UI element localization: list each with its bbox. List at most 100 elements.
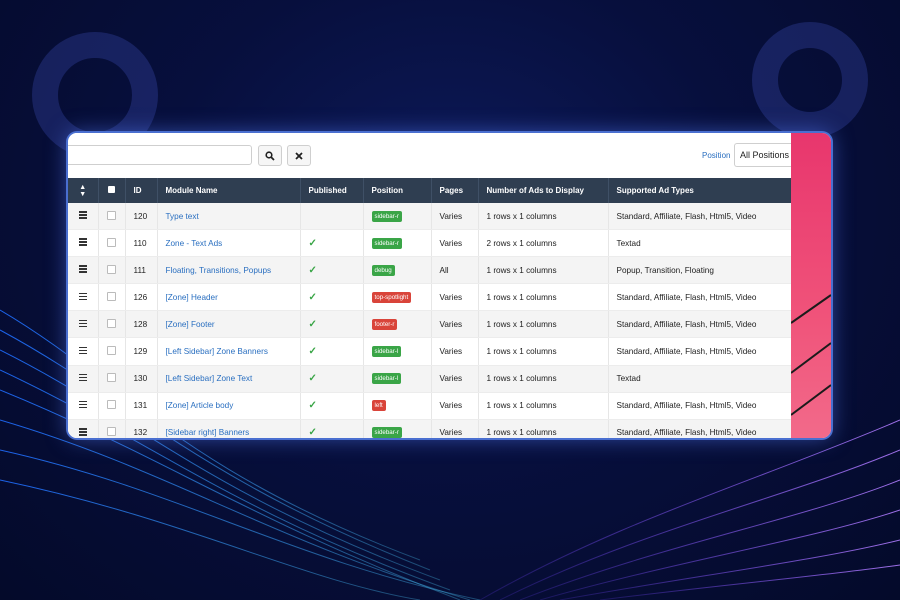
pages-cell: Varies [431,283,479,312]
table-row[interactable]: 128 [Zone] Footer ✓ footer-r Varies 1 rows x … [68,310,792,339]
drag-handle[interactable] [68,419,99,438]
logo-watermark-left [32,32,158,158]
row-checkbox[interactable] [98,203,126,231]
row-checkbox[interactable] [98,365,126,393]
column-header-position[interactable]: Position [363,178,432,203]
table-row[interactable]: 132 [Sidebar right] Banners ✓ sidebar-r Vari… [68,419,792,438]
column-header-ads-count[interactable]: Number of Ads to Display [478,178,609,203]
table-row[interactable]: 111 Floating, Transitions, Popups ✓ debug Al… [68,256,792,285]
drag-handle[interactable] [68,283,99,312]
column-header-module-name[interactable]: Module Name [157,178,301,203]
position-select[interactable]: All Positions [734,143,792,167]
logo-watermark-right [752,22,868,138]
drag-handle[interactable] [68,337,99,366]
drag-handle[interactable] [68,203,99,231]
sort-ordering-header[interactable]: ▲ ▼ [68,178,99,203]
position-cell: sidebar-r [363,229,432,258]
table-row[interactable]: 110 Zone - Text Ads ✓ sidebar-r Varies 2 rows… [68,229,792,258]
drag-handle-icon [78,264,87,275]
drag-handle[interactable] [68,365,99,393]
module-name-link[interactable]: [Left Sidebar] Zone Text [166,374,253,383]
table-row[interactable]: 131 [Zone] Article body ✓ left Varies 1 rows … [68,392,792,420]
published-check-icon[interactable]: ✓ [309,346,317,357]
module-name-cell: [Left Sidebar] Zone Banners [157,337,301,366]
table-row[interactable]: 126 [Zone] Header ✓ top-spotlight Varies 1 ro… [68,283,792,312]
checkbox-icon [107,291,116,301]
ads-count-cell: 1 rows x 1 columns [478,419,609,438]
row-checkbox[interactable] [98,256,126,285]
pages-cell: Varies [431,337,479,366]
row-checkbox[interactable] [98,310,126,339]
search-button[interactable] [258,145,282,166]
published-check-icon[interactable]: ✓ [309,319,317,330]
published-cell[interactable]: ✓ [300,229,364,258]
module-name-link[interactable]: Zone - Text Ads [166,239,223,248]
ad-types-cell: Standard, Affiliate, Flash, Html5, Video [608,392,792,420]
row-checkbox[interactable] [98,229,126,258]
published-cell[interactable] [300,203,364,231]
published-check-icon[interactable]: ✓ [309,238,317,249]
position-badge: debug [371,264,395,276]
row-checkbox[interactable] [98,392,126,420]
drag-handle-icon [78,237,87,248]
position-cell: footer-r [363,310,432,339]
drag-handle-icon [78,372,87,383]
ads-count-cell: 1 rows x 1 columns [478,392,609,420]
drag-handle-icon [78,210,87,221]
published-cell[interactable]: ✓ [300,283,364,312]
drag-handle[interactable] [68,229,99,258]
published-check-icon[interactable]: ✓ [309,373,317,384]
modules-table: ▲ ▼ ID Module Name Published Position Pag… [68,178,792,438]
pages-cell: All [431,256,479,285]
sort-icon: ▲ ▼ [79,183,87,198]
row-checkbox[interactable] [98,283,126,312]
published-check-icon[interactable]: ✓ [309,427,317,438]
published-cell[interactable]: ✓ [300,337,364,366]
position-badge: sidebar-r [371,427,402,438]
drag-handle[interactable] [68,256,99,285]
drag-handle[interactable] [68,392,99,420]
clear-button[interactable] [287,145,311,166]
column-header-id[interactable]: ID [125,178,158,203]
position-badge: sidebar-r [371,210,402,222]
position-filter-label: Position [702,151,731,160]
position-cell: sidebar-r [363,419,432,438]
checkbox-icon [107,318,116,328]
checkbox-icon [107,400,116,410]
position-badge: sidebar-l [371,346,402,358]
published-cell[interactable]: ✓ [300,392,364,420]
row-id: 131 [125,392,158,420]
module-name-link[interactable]: [Left Sidebar] Zone Banners [166,347,268,356]
module-name-link[interactable]: [Zone] Footer [166,320,215,329]
published-cell[interactable]: ✓ [300,256,364,285]
ad-types-cell: Popup, Transition, Floating [608,256,792,285]
module-name-link[interactable]: [Sidebar right] Banners [166,428,250,437]
ads-count-cell: 1 rows x 1 columns [478,337,609,366]
column-header-pages[interactable]: Pages [431,178,479,203]
module-name-link[interactable]: [Zone] Header [166,293,218,302]
row-checkbox[interactable] [98,337,126,366]
module-name-link[interactable]: [Zone] Article body [166,401,234,410]
published-check-icon[interactable]: ✓ [309,292,317,303]
checkbox-icon [107,264,116,274]
published-check-icon[interactable]: ✓ [309,265,317,276]
module-name-link[interactable]: Type text [166,212,199,221]
modules-panel: Position All Positions ▲ ▼ ID Module Name… [68,133,831,438]
column-header-ad-types[interactable]: Supported Ad Types [608,178,792,203]
published-cell[interactable]: ✓ [300,419,364,438]
row-id: 110 [125,229,158,258]
published-check-icon[interactable]: ✓ [309,400,317,411]
published-cell[interactable]: ✓ [300,365,364,393]
published-cell[interactable]: ✓ [300,310,364,339]
position-badge: footer-r [371,318,398,330]
row-checkbox[interactable] [98,419,126,438]
ad-types-cell: Standard, Affiliate, Flash, Html5, Video [608,203,792,231]
search-input[interactable] [68,145,252,165]
column-header-published[interactable]: Published [300,178,364,203]
table-row[interactable]: 130 [Left Sidebar] Zone Text ✓ sidebar-l Var… [68,365,792,393]
table-row[interactable]: 129 [Left Sidebar] Zone Banners ✓ sidebar-l… [68,337,792,366]
module-name-link[interactable]: Floating, Transitions, Popups [166,266,272,275]
select-all-checkbox[interactable] [98,178,126,203]
table-row[interactable]: 120 Type text sidebar-r Varies 1 rows x 1 co… [68,203,792,231]
drag-handle[interactable] [68,310,99,339]
